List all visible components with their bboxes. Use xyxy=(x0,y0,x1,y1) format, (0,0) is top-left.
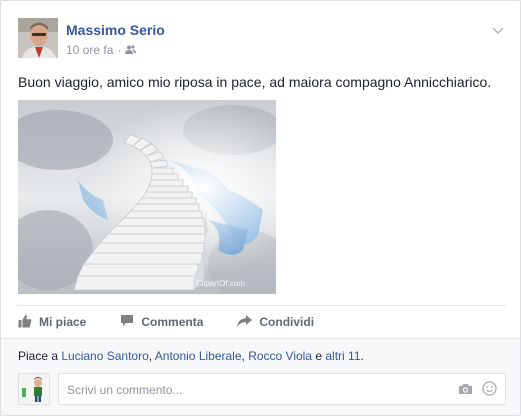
likes-suffix: . xyxy=(360,349,364,363)
post-photo[interactable]: ClipartOf.com xyxy=(18,100,276,294)
speech-bubble-icon xyxy=(120,314,134,330)
likes-conjunction: e xyxy=(312,349,326,363)
emoji-icon[interactable] xyxy=(482,381,497,401)
author-name[interactable]: Massimo Serio xyxy=(66,22,165,38)
chevron-down-icon[interactable] xyxy=(492,22,504,40)
others-link[interactable]: altri 11 xyxy=(325,349,360,363)
post-card: Massimo Serio 10 ore fa · Buon viaggio, … xyxy=(0,0,521,416)
divider xyxy=(18,305,506,306)
action-bar: Mi piace Commenta Condividi xyxy=(18,309,506,335)
camera-icon[interactable] xyxy=(458,382,473,400)
thumbs-up-icon xyxy=(18,314,32,331)
share-label: Condividi xyxy=(259,315,315,329)
post-timestamp[interactable]: 10 ore fa xyxy=(66,43,113,57)
comment-label: Commenta xyxy=(141,315,204,329)
author-avatar[interactable] xyxy=(18,18,58,58)
comment-button[interactable]: Commenta xyxy=(120,314,203,330)
likes-prefix: Piace a xyxy=(18,349,62,363)
commenter-avatar[interactable] xyxy=(18,373,50,405)
post-footer: Piace a Luciano Santoro, Antonio Liberal… xyxy=(1,338,520,415)
like-label: Mi piace xyxy=(39,315,87,329)
friends-icon[interactable] xyxy=(125,43,137,57)
like-button[interactable]: Mi piace xyxy=(18,314,86,331)
liker-link[interactable]: Antonio Liberale xyxy=(155,349,242,363)
comment-input[interactable] xyxy=(65,374,429,406)
post-text: Buon viaggio, amico mio riposa in pace, … xyxy=(18,74,492,90)
post-meta: 10 ore fa · xyxy=(66,43,137,57)
share-arrow-icon xyxy=(237,314,253,330)
liker-link[interactable]: Luciano Santoro xyxy=(61,349,148,363)
likes-summary: Piace a Luciano Santoro, Antonio Liberal… xyxy=(18,349,364,363)
comment-row xyxy=(18,373,506,406)
post-header: Massimo Serio 10 ore fa · xyxy=(18,18,508,60)
comment-box xyxy=(58,373,506,406)
liker-link[interactable]: Rocco Viola xyxy=(248,349,312,363)
meta-separator: · xyxy=(117,43,122,57)
share-button[interactable]: Condividi xyxy=(237,314,315,330)
photo-watermark: ClipartOf.com xyxy=(196,279,245,288)
